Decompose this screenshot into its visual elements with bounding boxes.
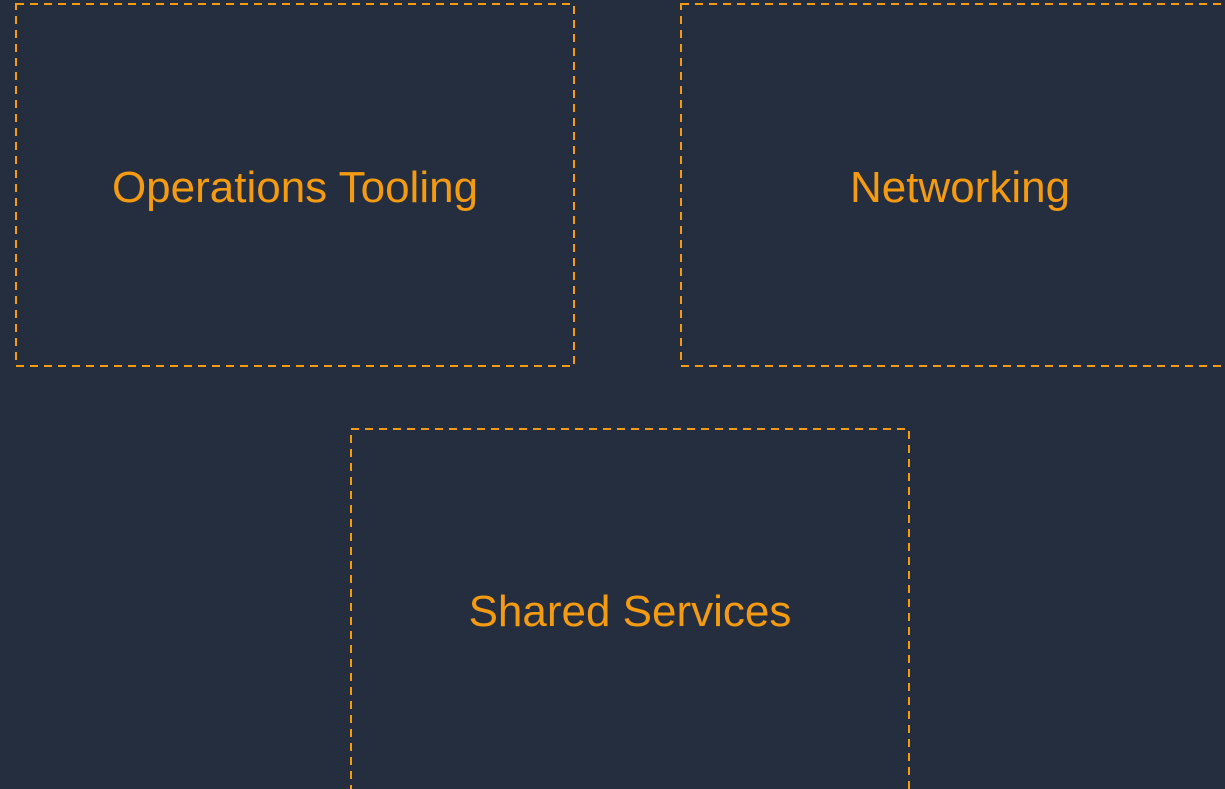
operations-tooling-label: Operations Tooling (111, 163, 479, 212)
diagram-canvas: Operations Tooling Networking Shared Ser… (0, 0, 1225, 789)
diagram-frame (0, 0, 1225, 789)
diagram-background (0, 0, 1225, 789)
shared-services-label: Shared Services (468, 587, 792, 636)
networking-label: Networking (849, 163, 1071, 212)
